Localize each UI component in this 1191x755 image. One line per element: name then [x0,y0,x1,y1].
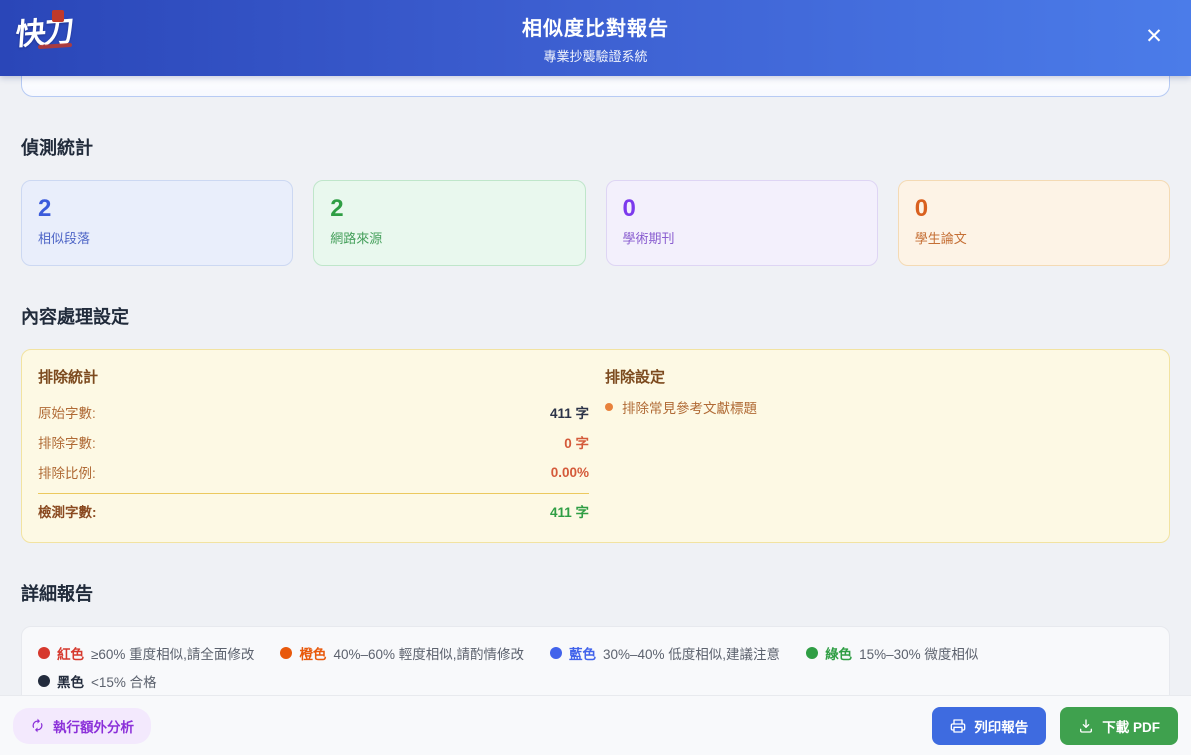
print-report-button[interactable]: 列印報告 [932,706,1047,745]
legend-name: 綠色 [825,647,853,662]
print-report-label: 列印報告 [974,719,1029,735]
green-marker-icon [806,647,819,659]
orange-marker-icon [280,647,293,659]
exclusion-settings-column: 排除設定 排除常見參考文獻標題 [605,366,1153,526]
red-marker-icon [38,647,50,659]
legend-name: 橙色 [299,647,327,662]
row-value: 0 字 [564,436,589,451]
detected-word-count-row: 檢測字數: 411 字 [38,496,589,526]
exclusion-stats-column: 排除統計 原始字數: 411 字 排除字數: 0 字 排除比例: 0.00% 檢… [38,366,589,526]
content-processing-title: 內容處理設定 [21,307,129,327]
row-label: 排除字數: [38,436,96,451]
download-icon [1078,718,1094,734]
bullet-dot-icon [605,403,613,411]
footer-right-actions: 列印報告 下載 PDF [932,706,1178,745]
run-extra-analysis-label: 執行額外分析 [53,719,134,735]
original-word-count-row: 原始字數: 411 字 [38,397,589,427]
content-processing-card: 排除統計 原始字數: 411 字 排除字數: 0 字 排除比例: 0.00% 檢… [21,349,1170,543]
legend-text: 30%–40% 低度相似,建議注意 [603,647,781,662]
page-subtitle: 專業抄襲驗證系統 [543,48,648,64]
logo-seal-icon [52,10,64,22]
stat-value: 2 [38,195,52,222]
black-marker-icon [38,675,50,687]
stat-label: 相似段落 [38,231,91,247]
setting-label: 排除常見參考文獻標題 [622,401,757,416]
legend-item-blue: 藍色 30%–40% 低度相似,建議注意 [550,641,780,665]
legend-text: ≥60% 重度相似,請全面修改 [91,647,255,662]
legend-item-red: 紅色 ≥60% 重度相似,請全面修改 [38,641,254,665]
legend-name: 藍色 [569,647,596,662]
stat-label: 學術期刊 [622,231,675,247]
legend-item-green: 綠色 15%–30% 微度相似 [806,641,978,665]
row-value: 411 字 [549,505,589,520]
stat-card-web-sources: 2 網路來源 [313,180,586,266]
exclusion-ratio-row: 排除比例: 0.00% [38,457,589,487]
exclusion-setting-item: 排除常見參考文獻標題 [605,397,1153,417]
exclusion-settings-title: 排除設定 [605,369,666,386]
legend-text: 40%–60% 輕度相似,請酌情修改 [333,647,524,662]
stat-card-similar-paragraphs: 2 相似段落 [21,180,294,266]
stat-card-student-papers: 0 學生論文 [897,180,1170,266]
row-label: 檢測字數: [38,505,97,520]
legend-name: 黑色 [57,675,84,690]
legend-name: 紅色 [57,647,84,662]
download-pdf-label: 下載 PDF [1102,719,1160,735]
summary-card-cropped [21,76,1170,97]
download-pdf-button[interactable]: 下載 PDF [1060,706,1178,745]
printer-icon [950,718,966,734]
action-bar: 執行額外分析 列印報告 下載 PDF [0,695,1191,755]
header-titles: 相似度比對報告 專業抄襲驗證系統 [522,12,669,65]
close-icon: ✕ [1145,25,1163,48]
legend-item-orange: 橙色 40%–60% 輕度相似,請酌情修改 [280,641,524,665]
stat-label: 學生論文 [914,231,967,247]
legend-text: 15%–30% 微度相似 [859,647,979,662]
app-logo: 快刀 [14,8,86,68]
stat-value: 2 [330,195,344,222]
legend-row-2: 黑色 <15% 合格 [38,667,1153,695]
close-button[interactable]: ✕ [1139,22,1169,52]
stat-label: 網路來源 [330,231,383,247]
row-label: 原始字數: [38,406,96,421]
run-extra-analysis-button[interactable]: 執行額外分析 [13,707,151,744]
stat-value: 0 [914,195,929,222]
detection-stats-title: 偵測統計 [21,138,93,158]
legend-item-black: 黑色 <15% 合格 [38,669,157,693]
page-title: 相似度比對報告 [522,17,669,40]
legend-row-1: 紅色 ≥60% 重度相似,請全面修改 橙色 40%–60% 輕度相似,請酌情修改… [38,639,1153,667]
exclusion-stats-title: 排除統計 [38,369,99,386]
detection-stats-row: 2 相似段落 2 網路來源 0 學術期刊 0 學生論文 [21,180,1170,266]
legend-text: <15% 合格 [91,675,157,690]
row-label: 排除比例: [38,466,96,481]
stat-value: 0 [622,195,636,222]
divider [38,493,589,494]
refresh-icon [30,718,45,733]
row-value: 411 字 [549,406,589,421]
similarity-legend-card: 紅色 ≥60% 重度相似,請全面修改 橙色 40%–60% 輕度相似,請酌情修改… [21,626,1170,695]
detailed-report-title: 詳細報告 [21,584,93,604]
excluded-word-count-row: 排除字數: 0 字 [38,427,589,457]
report-body: 偵測統計 2 相似段落 2 網路來源 0 學術期刊 0 學生論文 內容處理設定 … [0,76,1191,695]
stat-card-academic-journals: 0 學術期刊 [605,180,878,266]
row-value: 0.00% [550,464,589,480]
report-header: 快刀 相似度比對報告 專業抄襲驗證系統 ✕ [0,0,1191,76]
blue-marker-icon [550,647,562,659]
